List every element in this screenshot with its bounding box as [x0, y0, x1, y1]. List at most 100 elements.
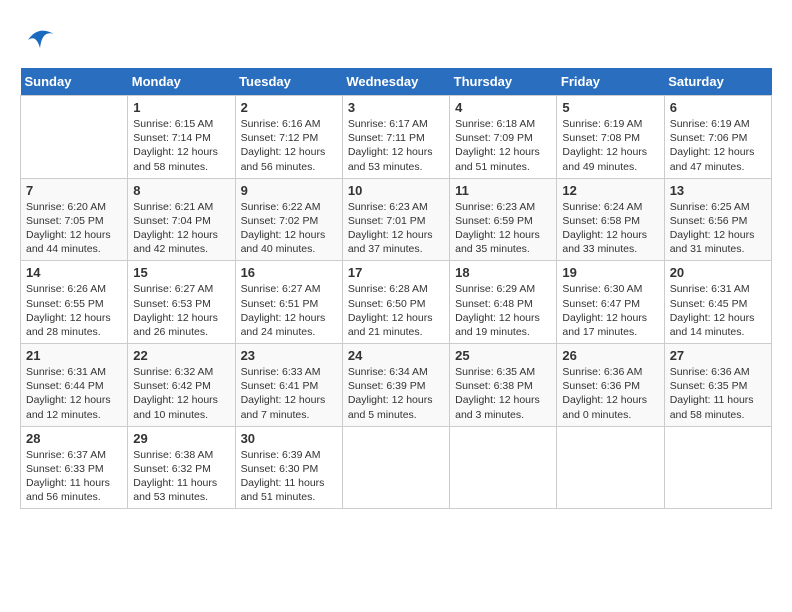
calendar-cell: 26 Sunrise: 6:36 AM Sunset: 6:36 PM Dayli… [557, 344, 664, 427]
calendar-week-row: 7 Sunrise: 6:20 AM Sunset: 7:05 PM Daylig… [21, 178, 772, 261]
day-info: Sunrise: 6:20 AM Sunset: 7:05 PM Dayligh… [26, 200, 122, 257]
calendar-cell: 6 Sunrise: 6:19 AM Sunset: 7:06 PM Daylig… [664, 96, 771, 179]
day-number: 1 [133, 100, 229, 115]
day-number: 12 [562, 183, 658, 198]
day-info: Sunrise: 6:28 AM Sunset: 6:50 PM Dayligh… [348, 282, 444, 339]
page-header [20, 20, 772, 58]
calendar-cell: 23 Sunrise: 6:33 AM Sunset: 6:41 PM Dayli… [235, 344, 342, 427]
day-number: 21 [26, 348, 122, 363]
calendar-cell: 30 Sunrise: 6:39 AM Sunset: 6:30 PM Dayli… [235, 426, 342, 509]
day-number: 4 [455, 100, 551, 115]
day-info: Sunrise: 6:26 AM Sunset: 6:55 PM Dayligh… [26, 282, 122, 339]
day-info: Sunrise: 6:30 AM Sunset: 6:47 PM Dayligh… [562, 282, 658, 339]
day-info: Sunrise: 6:34 AM Sunset: 6:39 PM Dayligh… [348, 365, 444, 422]
day-header-wednesday: Wednesday [342, 68, 449, 96]
day-number: 27 [670, 348, 766, 363]
day-number: 8 [133, 183, 229, 198]
day-info: Sunrise: 6:29 AM Sunset: 6:48 PM Dayligh… [455, 282, 551, 339]
day-header-friday: Friday [557, 68, 664, 96]
calendar-cell: 5Sunrise: 6:19 AM Sunset: 7:08 PM Daylig… [557, 96, 664, 179]
day-info: Sunrise: 6:18 AM Sunset: 7:09 PM Dayligh… [455, 117, 551, 174]
calendar-cell: 11 Sunrise: 6:23 AM Sunset: 6:59 PM Dayli… [450, 178, 557, 261]
calendar-cell: 17 Sunrise: 6:28 AM Sunset: 6:50 PM Dayli… [342, 261, 449, 344]
calendar-cell: 7 Sunrise: 6:20 AM Sunset: 7:05 PM Daylig… [21, 178, 128, 261]
logo [20, 20, 58, 58]
day-info: Sunrise: 6:32 AM Sunset: 6:42 PM Dayligh… [133, 365, 229, 422]
calendar-cell: 24 Sunrise: 6:34 AM Sunset: 6:39 PM Dayli… [342, 344, 449, 427]
calendar-cell: 8 Sunrise: 6:21 AM Sunset: 7:04 PM Daylig… [128, 178, 235, 261]
day-number: 9 [241, 183, 337, 198]
calendar-cell: 13Sunrise: 6:25 AM Sunset: 6:56 PM Dayli… [664, 178, 771, 261]
calendar-cell: 25 Sunrise: 6:35 AM Sunset: 6:38 PM Dayli… [450, 344, 557, 427]
calendar-cell [664, 426, 771, 509]
day-number: 18 [455, 265, 551, 280]
day-number: 15 [133, 265, 229, 280]
calendar-cell: 29 Sunrise: 6:38 AM Sunset: 6:32 PM Dayli… [128, 426, 235, 509]
day-info: Sunrise: 6:27 AM Sunset: 6:53 PM Dayligh… [133, 282, 229, 339]
day-info: Sunrise: 6:35 AM Sunset: 6:38 PM Dayligh… [455, 365, 551, 422]
day-info: Sunrise: 6:38 AM Sunset: 6:32 PM Dayligh… [133, 448, 229, 505]
day-number: 2 [241, 100, 337, 115]
day-info: Sunrise: 6:23 AM Sunset: 7:01 PM Dayligh… [348, 200, 444, 257]
day-info: Sunrise: 6:31 AM Sunset: 6:44 PM Dayligh… [26, 365, 122, 422]
calendar-cell [342, 426, 449, 509]
day-number: 3 [348, 100, 444, 115]
day-info: Sunrise: 6:25 AM Sunset: 6:56 PM Dayligh… [670, 200, 766, 257]
day-info: Sunrise: 6:27 AM Sunset: 6:51 PM Dayligh… [241, 282, 337, 339]
logo-icon [20, 20, 58, 58]
calendar-cell: 1 Sunrise: 6:15 AM Sunset: 7:14 PM Daylig… [128, 96, 235, 179]
day-info: Sunrise: 6:33 AM Sunset: 6:41 PM Dayligh… [241, 365, 337, 422]
day-number: 14 [26, 265, 122, 280]
day-header-sunday: Sunday [21, 68, 128, 96]
day-info: Sunrise: 6:24 AM Sunset: 6:58 PM Dayligh… [562, 200, 658, 257]
calendar-cell: 20Sunrise: 6:31 AM Sunset: 6:45 PM Dayli… [664, 261, 771, 344]
day-number: 20 [670, 265, 766, 280]
calendar-week-row: 14 Sunrise: 6:26 AM Sunset: 6:55 PM Dayli… [21, 261, 772, 344]
calendar-week-row: 21 Sunrise: 6:31 AM Sunset: 6:44 PM Dayli… [21, 344, 772, 427]
calendar-cell: 19 Sunrise: 6:30 AM Sunset: 6:47 PM Dayli… [557, 261, 664, 344]
day-number: 26 [562, 348, 658, 363]
calendar-cell: 3Sunrise: 6:17 AM Sunset: 7:11 PM Daylig… [342, 96, 449, 179]
day-number: 24 [348, 348, 444, 363]
calendar-cell: 15 Sunrise: 6:27 AM Sunset: 6:53 PM Dayli… [128, 261, 235, 344]
day-number: 10 [348, 183, 444, 198]
day-info: Sunrise: 6:21 AM Sunset: 7:04 PM Dayligh… [133, 200, 229, 257]
day-info: Sunrise: 6:23 AM Sunset: 6:59 PM Dayligh… [455, 200, 551, 257]
day-number: 19 [562, 265, 658, 280]
day-number: 22 [133, 348, 229, 363]
calendar-cell: 12 Sunrise: 6:24 AM Sunset: 6:58 PM Dayli… [557, 178, 664, 261]
day-number: 29 [133, 431, 229, 446]
day-number: 23 [241, 348, 337, 363]
day-header-saturday: Saturday [664, 68, 771, 96]
day-info: Sunrise: 6:15 AM Sunset: 7:14 PM Dayligh… [133, 117, 229, 174]
calendar-cell: 28 Sunrise: 6:37 AM Sunset: 6:33 PM Dayli… [21, 426, 128, 509]
calendar-cell: 21 Sunrise: 6:31 AM Sunset: 6:44 PM Dayli… [21, 344, 128, 427]
calendar-cell: 16Sunrise: 6:27 AM Sunset: 6:51 PM Dayli… [235, 261, 342, 344]
calendar-cell: 4 Sunrise: 6:18 AM Sunset: 7:09 PM Daylig… [450, 96, 557, 179]
day-number: 28 [26, 431, 122, 446]
calendar-cell: 14 Sunrise: 6:26 AM Sunset: 6:55 PM Dayli… [21, 261, 128, 344]
day-header-thursday: Thursday [450, 68, 557, 96]
day-number: 5 [562, 100, 658, 115]
calendar-cell [450, 426, 557, 509]
calendar-cell: 22 Sunrise: 6:32 AM Sunset: 6:42 PM Dayli… [128, 344, 235, 427]
calendar-header-row: SundayMondayTuesdayWednesdayThursdayFrid… [21, 68, 772, 96]
day-header-monday: Monday [128, 68, 235, 96]
calendar-cell: 18 Sunrise: 6:29 AM Sunset: 6:48 PM Dayli… [450, 261, 557, 344]
calendar-cell: 2Sunrise: 6:16 AM Sunset: 7:12 PM Daylig… [235, 96, 342, 179]
day-info: Sunrise: 6:37 AM Sunset: 6:33 PM Dayligh… [26, 448, 122, 505]
calendar-week-row: 28 Sunrise: 6:37 AM Sunset: 6:33 PM Dayli… [21, 426, 772, 509]
day-number: 6 [670, 100, 766, 115]
day-info: Sunrise: 6:36 AM Sunset: 6:36 PM Dayligh… [562, 365, 658, 422]
day-number: 7 [26, 183, 122, 198]
day-number: 11 [455, 183, 551, 198]
day-info: Sunrise: 6:39 AM Sunset: 6:30 PM Dayligh… [241, 448, 337, 505]
day-info: Sunrise: 6:19 AM Sunset: 7:06 PM Dayligh… [670, 117, 766, 174]
day-number: 30 [241, 431, 337, 446]
calendar-cell: 9Sunrise: 6:22 AM Sunset: 7:02 PM Daylig… [235, 178, 342, 261]
calendar-table: SundayMondayTuesdayWednesdayThursdayFrid… [20, 68, 772, 509]
day-number: 25 [455, 348, 551, 363]
calendar-cell: 27Sunrise: 6:36 AM Sunset: 6:35 PM Dayli… [664, 344, 771, 427]
day-header-tuesday: Tuesday [235, 68, 342, 96]
day-number: 17 [348, 265, 444, 280]
